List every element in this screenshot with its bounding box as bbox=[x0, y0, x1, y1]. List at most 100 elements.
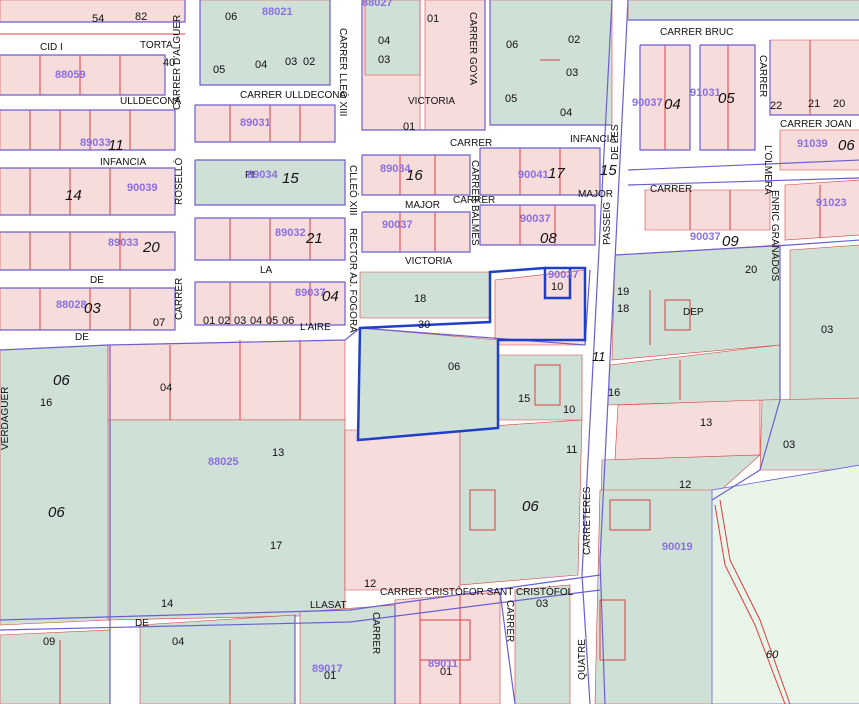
sector-code[interactable]: 89034 bbox=[247, 169, 278, 181]
block-number: 16 bbox=[608, 387, 620, 399]
block-number: 05 bbox=[505, 93, 517, 105]
street-name: CARRER bbox=[757, 55, 768, 97]
sector-code[interactable]: 89032 bbox=[275, 227, 306, 239]
sector-code[interactable]: 89031 bbox=[240, 117, 271, 129]
block[interactable] bbox=[139, 614, 296, 704]
sector-code[interactable]: 90037 bbox=[690, 231, 721, 243]
sector-code[interactable]: 89037 bbox=[295, 287, 326, 299]
map-canvas: CID I TORTA CARRER ULLDECONA ULLDECONA C… bbox=[0, 0, 859, 704]
street-name: CLLEÓ XIII bbox=[347, 165, 360, 216]
street-name: CARRER bbox=[650, 184, 692, 195]
sector-code[interactable]: 89033 bbox=[108, 237, 139, 249]
block-number-large: 60 bbox=[766, 649, 779, 661]
block[interactable] bbox=[614, 399, 761, 461]
sector-code[interactable]: 90019 bbox=[662, 541, 693, 553]
block-number: 17 bbox=[270, 540, 282, 552]
block[interactable] bbox=[644, 189, 771, 231]
street-name: MAJOR bbox=[405, 200, 440, 211]
block-number: 10 bbox=[563, 404, 575, 416]
street-name: LLASAT bbox=[310, 600, 347, 611]
sector-code[interactable]: 88027 bbox=[362, 0, 393, 9]
block-number: 05 bbox=[266, 315, 278, 327]
street-name: L'OLMERA bbox=[762, 145, 773, 195]
street-name: CARRER ULLDECONA bbox=[240, 90, 346, 101]
block-number: 06 bbox=[448, 361, 460, 373]
block-number: 01 bbox=[427, 13, 439, 25]
sector-code[interactable]: 90037 bbox=[548, 269, 579, 281]
block[interactable] bbox=[611, 244, 781, 361]
sector-code[interactable]: 88028 bbox=[56, 299, 87, 311]
street-name: CARRER bbox=[504, 600, 515, 642]
block[interactable] bbox=[107, 419, 346, 621]
block[interactable] bbox=[594, 489, 721, 704]
street-name: ENRIC GRANADOS bbox=[769, 190, 780, 281]
block-number: 02 bbox=[303, 56, 315, 68]
block-number: 02 bbox=[218, 315, 230, 327]
street-name: DE bbox=[75, 332, 89, 343]
block-number-large: 06 bbox=[48, 504, 65, 521]
block-number: 06 bbox=[225, 11, 237, 23]
block[interactable] bbox=[459, 419, 583, 586]
street-name: CARRER bbox=[450, 138, 492, 149]
block-number: 13 bbox=[272, 447, 284, 459]
sector-code[interactable]: 88021 bbox=[262, 6, 293, 18]
block-number: 07 bbox=[153, 317, 165, 329]
sector-code[interactable]: 91023 bbox=[816, 197, 847, 209]
block-number-large: 03 bbox=[84, 300, 101, 317]
sector-code[interactable]: 89033 bbox=[80, 137, 111, 149]
block-number: 10 bbox=[551, 281, 563, 293]
block-number: 01 bbox=[324, 670, 336, 682]
block[interactable] bbox=[107, 339, 346, 421]
street-name: CARRER BRUC bbox=[660, 27, 733, 38]
sector-code[interactable]: 88059 bbox=[55, 69, 86, 81]
block-number: 13 bbox=[700, 417, 712, 429]
block-number: 14 bbox=[161, 598, 173, 610]
block-number-large: 11 bbox=[592, 349, 606, 364]
block-number: 04 bbox=[160, 382, 172, 394]
sector-code[interactable]: 88025 bbox=[208, 456, 239, 468]
sector-code[interactable]: 91031 bbox=[690, 87, 721, 99]
sector-code[interactable]: 90041 bbox=[518, 169, 549, 181]
sector-code[interactable]: 90037 bbox=[382, 219, 413, 231]
street-name: VERDAGUER bbox=[0, 387, 11, 450]
sector-code[interactable]: 90039 bbox=[127, 182, 158, 194]
street-name: CARRER bbox=[174, 278, 185, 320]
block[interactable] bbox=[759, 397, 859, 471]
block[interactable] bbox=[784, 179, 859, 241]
highlighted-parcel-fill[interactable] bbox=[357, 327, 499, 441]
block[interactable] bbox=[194, 159, 346, 206]
block[interactable] bbox=[627, 0, 859, 21]
block-number: 04 bbox=[172, 636, 184, 648]
cadastral-map[interactable]: CID I TORTA CARRER ULLDECONA ULLDECONA C… bbox=[0, 0, 859, 704]
block-number: 03 bbox=[783, 439, 795, 451]
block-number: 82 bbox=[135, 11, 147, 23]
field-area[interactable] bbox=[711, 464, 859, 704]
block-number: 04 bbox=[560, 107, 572, 119]
block[interactable] bbox=[479, 204, 596, 246]
sector-code[interactable]: 90037 bbox=[632, 97, 663, 109]
street-name: VICTORIA bbox=[405, 256, 452, 267]
block-number: 19 bbox=[617, 286, 629, 298]
block-number-large: 09 bbox=[722, 233, 739, 250]
block-number: 01 bbox=[403, 121, 415, 133]
block-number: 03 bbox=[566, 67, 578, 79]
street-name: LA bbox=[260, 265, 273, 276]
block-number: 01 bbox=[440, 666, 452, 678]
sector-code[interactable]: 91039 bbox=[797, 138, 828, 150]
block[interactable] bbox=[394, 591, 501, 704]
sector-code[interactable]: 90037 bbox=[520, 213, 551, 225]
street-name: INFANCIA bbox=[100, 157, 146, 168]
block[interactable] bbox=[361, 211, 471, 253]
block-number-large: 04 bbox=[322, 288, 339, 305]
street-name: CARRER GOYA bbox=[467, 12, 478, 85]
block-number: 20 bbox=[745, 264, 757, 276]
block[interactable] bbox=[364, 0, 421, 76]
street-name: CARRER BALMES bbox=[469, 160, 480, 246]
street-name: PASSEIG bbox=[602, 202, 613, 245]
block-number: 03 bbox=[536, 598, 548, 610]
block-number: 06 bbox=[506, 39, 518, 51]
block[interactable] bbox=[489, 0, 613, 126]
block[interactable] bbox=[344, 429, 461, 591]
street-name: MAJOR bbox=[578, 189, 613, 200]
block[interactable] bbox=[494, 269, 586, 346]
